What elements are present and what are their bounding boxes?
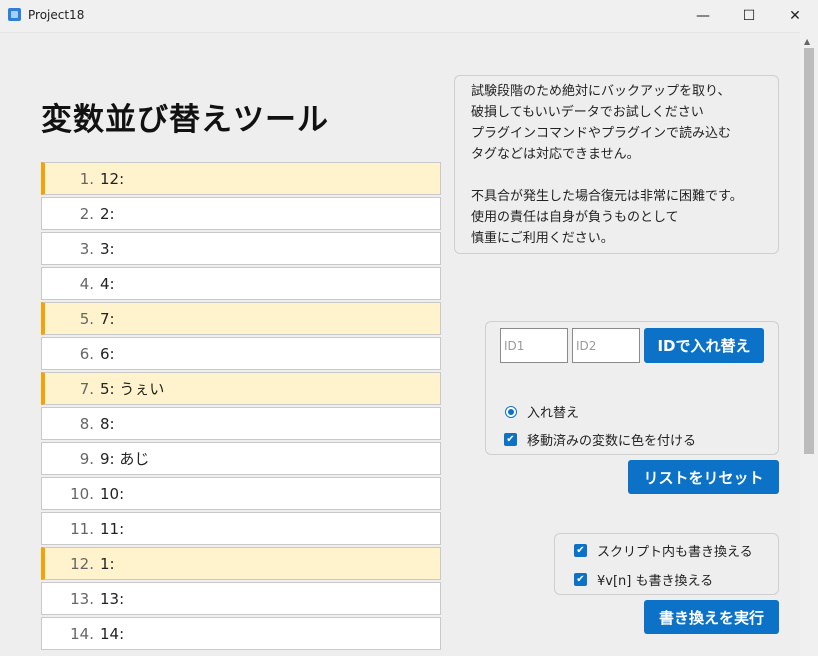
scroll-up-arrow-icon[interactable]: ▲ <box>804 37 810 46</box>
list-item-text: 1: <box>100 554 115 573</box>
scrollbar-thumb[interactable] <box>804 48 814 454</box>
list-item-number: 4. <box>79 274 94 293</box>
list-item[interactable]: 5. 7: <box>41 302 441 335</box>
title-bar: Project18 — ☐ ✕ <box>0 0 818 33</box>
list-item-text: 9: あじ <box>100 450 150 468</box>
vertical-scrollbar[interactable]: ▲ <box>800 32 818 656</box>
rewrite-v-label: ¥v[n] も書き換える <box>597 574 714 589</box>
rewrite-options-panel: ✔ スクリプト内も書き換える ✔ ¥v[n] も書き換える <box>554 533 779 595</box>
checkbox-checked-icon[interactable]: ✔ <box>504 433 517 446</box>
list-item-number: 9. <box>79 449 94 468</box>
list-item[interactable]: 10. 10: <box>41 477 441 510</box>
list-item-text: 10: <box>100 484 125 503</box>
list-item-text: 12: <box>100 169 125 188</box>
swap-panel: IDで入れ替え 入れ替え ✔ 移動済みの変数に色を付ける <box>485 321 779 455</box>
list-item[interactable]: 8. 8: <box>41 407 441 440</box>
checkbox-checked-icon[interactable]: ✔ <box>574 573 587 586</box>
notice-line: タグなどは対応できません。 <box>471 147 640 162</box>
list-item[interactable]: 13. 13: <box>41 582 441 615</box>
rewrite-script-checkbox[interactable]: ✔ スクリプト内も書き換える <box>574 541 753 560</box>
checkbox-checked-icon[interactable]: ✔ <box>574 544 587 557</box>
color-moved-label: 移動済みの変数に色を付ける <box>527 434 697 449</box>
list-item[interactable]: 6. 6: <box>41 337 441 370</box>
list-item-number: 3. <box>79 239 94 258</box>
reset-list-button[interactable]: リストをリセット <box>628 460 779 494</box>
list-item-number: 14. <box>70 624 94 643</box>
list-item-number: 2. <box>79 204 94 223</box>
list-item-number: 10. <box>70 484 94 503</box>
notice-line: プラグインコマンドやプラグインで読み込む <box>471 126 732 141</box>
page-title: 変数並び替えツール <box>41 102 329 138</box>
list-item-number: 5. <box>79 309 94 328</box>
notice-line: 使用の責任は自身が負うものとして <box>471 210 679 225</box>
execute-rewrite-button[interactable]: 書き換えを実行 <box>644 600 779 634</box>
main-content: 変数並び替えツール 1. 12: 2. 2: 3. 3: 4. 4: 5. 7: 6. 6: 7. 5: … <box>0 32 800 656</box>
list-item[interactable]: 9. 9: あじ <box>41 442 441 475</box>
close-button[interactable]: ✕ <box>772 0 818 32</box>
list-item-text: 8: <box>100 414 115 433</box>
list-item-text: 5: うぇい <box>100 380 165 398</box>
id1-input[interactable] <box>500 328 568 363</box>
list-item[interactable]: 11. 11: <box>41 512 441 545</box>
notice-line: 慎重にご利用ください。 <box>471 231 614 246</box>
rewrite-script-label: スクリプト内も書き換える <box>597 545 753 560</box>
list-item[interactable]: 3. 3: <box>41 232 441 265</box>
list-item-text: 3: <box>100 239 115 258</box>
list-item-text: 11: <box>100 519 125 538</box>
list-item-text: 14: <box>100 624 125 643</box>
list-item[interactable]: 2. 2: <box>41 197 441 230</box>
list-item-number: 12. <box>70 554 94 573</box>
list-item[interactable]: 12. 1: <box>41 547 441 580</box>
list-item-number: 13. <box>70 589 94 608</box>
swap-radio-label: 入れ替え <box>527 406 580 421</box>
list-item[interactable]: 14. 14: <box>41 617 441 650</box>
id2-input[interactable] <box>572 328 640 363</box>
notice-line: 不具合が発生した場合復元は非常に困難です。 <box>471 189 743 204</box>
list-item-text: 6: <box>100 344 115 363</box>
variable-list: 1. 12: 2. 2: 3. 3: 4. 4: 5. 7: 6. 6: 7. 5: うぇい 8. 8: 9. 9… <box>41 162 441 652</box>
list-item-number: 7. <box>79 379 94 398</box>
window-title: Project18 <box>28 8 85 22</box>
swap-radio-option[interactable]: 入れ替え <box>505 402 579 421</box>
list-item-text: 2: <box>100 204 115 223</box>
list-item-number: 6. <box>79 344 94 363</box>
notice-line <box>471 165 768 186</box>
list-item[interactable]: 1. 12: <box>41 162 441 195</box>
list-item-number: 1. <box>79 169 94 188</box>
radio-icon[interactable] <box>505 405 517 418</box>
list-item[interactable]: 7. 5: うぇい <box>41 372 441 405</box>
color-moved-checkbox[interactable]: ✔ 移動済みの変数に色を付ける <box>504 430 696 449</box>
list-item[interactable]: 4. 4: <box>41 267 441 300</box>
minimize-button[interactable]: — <box>680 0 726 32</box>
notice-line: 試験段階のため絶対にバックアップを取り、 <box>471 84 731 99</box>
list-item-text: 13: <box>100 589 125 608</box>
app-icon <box>8 8 21 21</box>
maximize-button[interactable]: ☐ <box>726 0 772 32</box>
rewrite-v-checkbox[interactable]: ✔ ¥v[n] も書き換える <box>574 570 713 589</box>
list-item-text: 7: <box>100 309 115 328</box>
list-item-number: 8. <box>79 414 94 433</box>
list-item-text: 4: <box>100 274 115 293</box>
list-item-number: 11. <box>70 519 94 538</box>
swap-by-id-button[interactable]: IDで入れ替え <box>644 328 764 363</box>
notice-line: 破損してもいいデータでお試しください <box>471 105 704 120</box>
warning-notice: 試験段階のため絶対にバックアップを取り、 破損してもいいデータでお試しください … <box>454 75 779 254</box>
